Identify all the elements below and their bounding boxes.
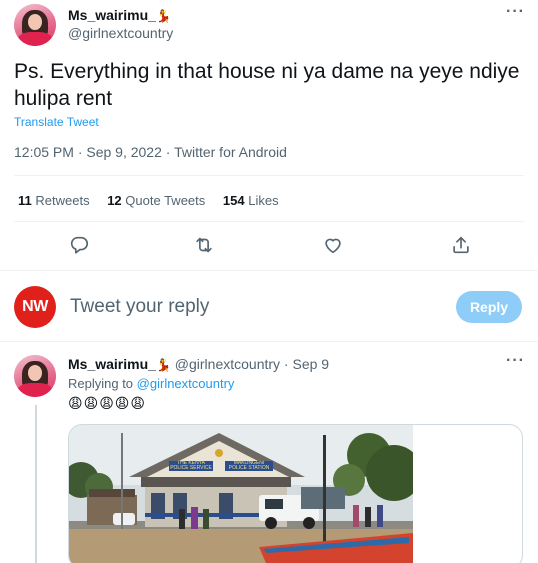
reply-author-display-name[interactable]: Ms_wairimu_ bbox=[68, 356, 156, 372]
replying-to-handle[interactable]: @girlnextcountry bbox=[137, 376, 235, 391]
replying-to: Replying to @girlnextcountry bbox=[68, 376, 235, 391]
divider bbox=[0, 270, 538, 271]
divider bbox=[14, 175, 524, 176]
media-card[interactable]: THE KENYA POLICE SERVICE MAKONGENI POLIC… bbox=[68, 424, 523, 563]
author-avatar[interactable] bbox=[14, 4, 56, 46]
more-icon[interactable]: ··· bbox=[506, 352, 525, 370]
reply-author-avatar[interactable] bbox=[14, 355, 56, 397]
reply-author-handle-date[interactable]: @girlnextcountry · Sep 9 bbox=[175, 356, 329, 372]
author-handle[interactable]: @girlnextcountry bbox=[68, 25, 173, 41]
reply-author-name-row[interactable]: Ms_wairimu_💃 @girlnextcountry · Sep 9 bbox=[68, 356, 329, 372]
current-user-avatar[interactable]: NW bbox=[14, 286, 56, 328]
like-icon[interactable] bbox=[322, 234, 344, 256]
tweet-timestamp[interactable]: 12:05 PM · Sep 9, 2022 · Twitter for And… bbox=[14, 144, 287, 160]
author-display-name[interactable]: Ms_wairimu_ bbox=[68, 7, 156, 23]
reply-input[interactable]: Tweet your reply bbox=[70, 296, 209, 318]
dancer-emoji: 💃 bbox=[155, 358, 171, 372]
tweet-stats: 11 Retweets 12 Quote Tweets 154 Likes bbox=[18, 193, 293, 208]
reply-button[interactable]: Reply bbox=[456, 291, 522, 323]
likes-stat[interactable]: 154 Likes bbox=[223, 193, 279, 208]
retweet-icon[interactable] bbox=[193, 234, 215, 256]
thread-line bbox=[35, 405, 37, 563]
divider bbox=[0, 341, 538, 342]
author-name-row[interactable]: Ms_wairimu_💃 bbox=[68, 7, 171, 23]
dancer-emoji: 💃 bbox=[155, 9, 171, 23]
police-station-photo[interactable]: THE KENYA POLICE SERVICE MAKONGENI POLIC… bbox=[69, 425, 413, 563]
translate-tweet-link[interactable]: Translate Tweet bbox=[14, 115, 99, 129]
divider bbox=[14, 221, 524, 222]
share-icon[interactable] bbox=[450, 234, 472, 256]
quote-tweets-stat[interactable]: 12 Quote Tweets bbox=[107, 193, 205, 208]
photo-sign-left: THE KENYA POLICE SERVICE bbox=[170, 461, 212, 471]
weary-face-emojis: 😩😩😩😩😩 bbox=[68, 395, 146, 411]
retweets-stat[interactable]: 11 Retweets bbox=[18, 193, 90, 208]
reply-icon[interactable] bbox=[68, 234, 90, 256]
more-icon[interactable]: ··· bbox=[506, 3, 525, 21]
photo-sign-right: MAKONGENI POLICE STATION bbox=[228, 461, 270, 471]
tweet-text: Ps. Everything in that house ni ya dame … bbox=[14, 60, 520, 110]
